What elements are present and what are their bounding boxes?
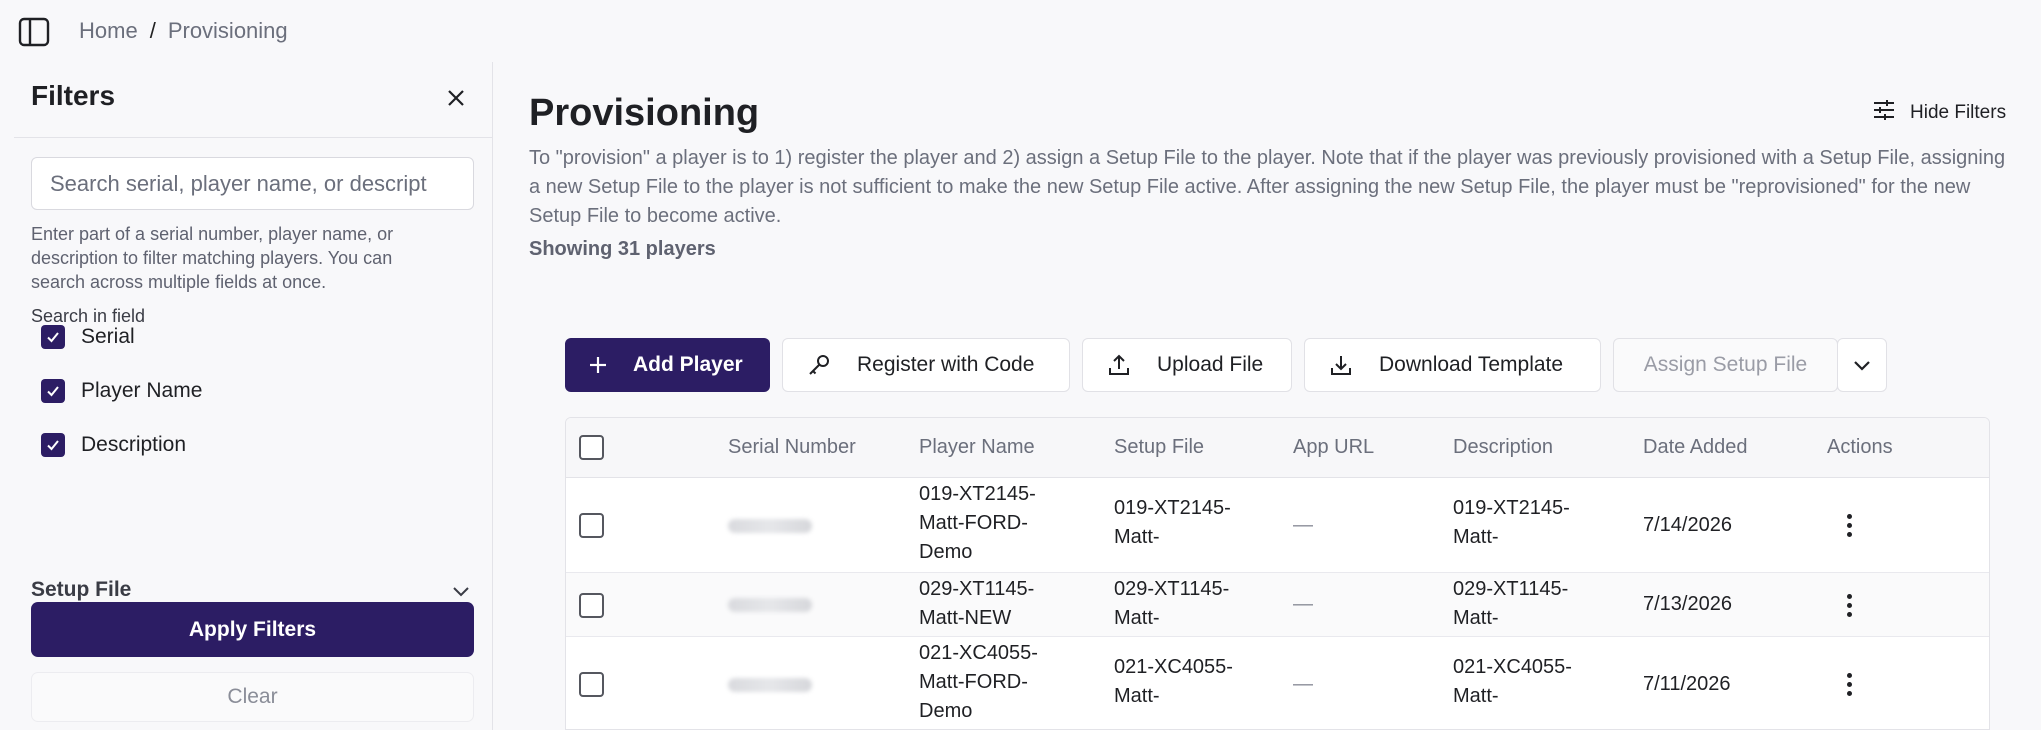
checkbox-checked-icon[interactable] <box>41 325 65 349</box>
row-checkbox[interactable] <box>579 513 604 538</box>
upload-icon <box>1107 353 1131 377</box>
upload-file-button[interactable]: Upload File <box>1082 338 1292 392</box>
date-added-cell: 7/14/2026 <box>1643 514 1732 536</box>
close-icon <box>447 89 465 112</box>
row-checkbox[interactable] <box>579 672 604 697</box>
setup-file-cell: 029-XT1145- Matt- <box>1114 578 1230 629</box>
breadcrumb-current: Provisioning <box>167 18 288 43</box>
filters-panel: Filters Enter part of a serial number, p… <box>14 62 493 730</box>
table-header: Serial Number Player Name Setup File App… <box>566 418 1989 478</box>
setup-file-filter-label: Setup File <box>31 578 132 601</box>
key-icon <box>807 353 831 377</box>
setup-file-cell: 019-XT2145- Matt- <box>1114 497 1231 548</box>
hide-filters-label: Hide Filters <box>1910 102 2007 123</box>
table-row[interactable]: 019-XT2145- Matt-FORD- Demo 019-XT2145- Mat… <box>566 478 1989 573</box>
table-row[interactable]: 029-XT1145- Matt-NEW 029-XT1145- Matt- — 0… <box>566 573 1989 637</box>
player-name-cell: 029-XT1145- Matt-NEW <box>919 578 1035 629</box>
player-count: Showing 31 players <box>529 238 716 260</box>
date-added-cell: 7/11/2026 <box>1643 673 1731 695</box>
row-checkbox[interactable] <box>579 593 604 618</box>
add-player-label: Add Player <box>633 353 743 376</box>
register-with-code-button[interactable]: Register with Code <box>782 338 1070 392</box>
serial-number-redacted <box>728 519 812 533</box>
serial-number-redacted <box>728 598 812 612</box>
breadcrumb: Home / Provisioning <box>79 18 288 44</box>
app-url-cell: — <box>1293 593 1313 615</box>
breadcrumb-home-link[interactable]: Home <box>79 18 138 44</box>
download-template-button[interactable]: Download Template <box>1304 338 1601 392</box>
assign-setup-file-button[interactable]: Assign Setup File <box>1613 338 1838 392</box>
description-cell: 029-XT1145- Matt- <box>1453 578 1569 629</box>
search-field <box>31 157 474 210</box>
close-filters-button[interactable] <box>438 82 474 118</box>
select-all-checkbox[interactable] <box>579 435 604 460</box>
player-name-cell: 019-XT2145- Matt-FORD- Demo <box>919 483 1036 563</box>
serial-number-redacted <box>728 678 812 692</box>
row-actions-kebab-icon[interactable] <box>1839 670 1859 698</box>
field-checkbox-label: Serial <box>81 325 135 348</box>
row-actions-kebab-icon[interactable] <box>1839 511 1859 539</box>
search-input[interactable] <box>32 158 473 209</box>
chevron-down-icon <box>1853 353 1871 377</box>
column-header-serial-number[interactable]: Serial Number <box>728 436 856 459</box>
chevron-down-icon <box>452 584 470 602</box>
app-url-cell: — <box>1293 514 1313 536</box>
sliders-icon <box>1872 98 1896 128</box>
field-checkbox-label: Player Name <box>81 379 203 402</box>
field-checkbox-serial[interactable]: Serial <box>41 325 135 349</box>
register-with-code-label: Register with Code <box>857 353 1035 376</box>
filters-header: Filters <box>14 62 492 138</box>
column-header-app-url[interactable]: App URL <box>1293 436 1374 459</box>
filters-title: Filters <box>31 80 116 111</box>
checkbox-checked-icon[interactable] <box>41 433 65 457</box>
column-header-player-name[interactable]: Player Name <box>919 436 1035 459</box>
description-cell: 019-XT2145- Matt- <box>1453 497 1570 548</box>
field-checkbox-player-name[interactable]: Player Name <box>41 379 202 403</box>
column-header-date-added[interactable]: Date Added <box>1643 436 1748 459</box>
hide-filters-button[interactable]: Hide Filters <box>1872 98 2006 128</box>
column-header-description[interactable]: Description <box>1453 436 1553 459</box>
download-icon <box>1329 353 1353 377</box>
clear-filters-button[interactable]: Clear <box>31 672 474 722</box>
column-header-setup-file[interactable]: Setup File <box>1114 436 1204 459</box>
page-description: To "provision" a player is to 1) registe… <box>529 147 2006 227</box>
date-added-cell: 7/13/2026 <box>1643 593 1732 615</box>
setup-file-cell: 021-XC4055- Matt- <box>1114 656 1233 707</box>
row-actions-kebab-icon[interactable] <box>1839 591 1859 619</box>
page-title: Provisioning <box>529 92 760 134</box>
description-cell: 021-XC4055- Matt- <box>1453 656 1572 707</box>
search-in-field-label: Search in field <box>31 306 146 326</box>
checkbox-checked-icon[interactable] <box>41 379 65 403</box>
upload-file-label: Upload File <box>1157 353 1264 376</box>
add-player-button[interactable]: Add Player <box>565 338 770 392</box>
plus-icon <box>589 356 607 374</box>
assign-setup-file-dropdown-button[interactable] <box>1837 338 1887 392</box>
player-name-cell: 021-XC4055- Matt-FORD- Demo <box>919 642 1038 722</box>
top-bar: Home / Provisioning <box>0 0 2041 62</box>
search-help-text: Enter part of a serial number, player na… <box>31 224 394 292</box>
breadcrumb-separator: / <box>149 18 156 43</box>
download-template-label: Download Template <box>1379 353 1564 376</box>
apply-filters-button[interactable]: Apply Filters <box>31 602 474 657</box>
field-checkbox-description[interactable]: Description <box>41 433 186 457</box>
field-checkbox-label: Description <box>81 433 187 456</box>
table-row[interactable]: 021-XC4055- Matt-FORD- Demo 021-XC4055- Mat… <box>566 637 1989 729</box>
column-header-actions: Actions <box>1827 436 1893 458</box>
app-url-cell: — <box>1293 673 1313 695</box>
sidebar-toggle-icon[interactable] <box>18 16 50 48</box>
players-table: Serial Number Player Name Setup File App… <box>565 417 1990 730</box>
